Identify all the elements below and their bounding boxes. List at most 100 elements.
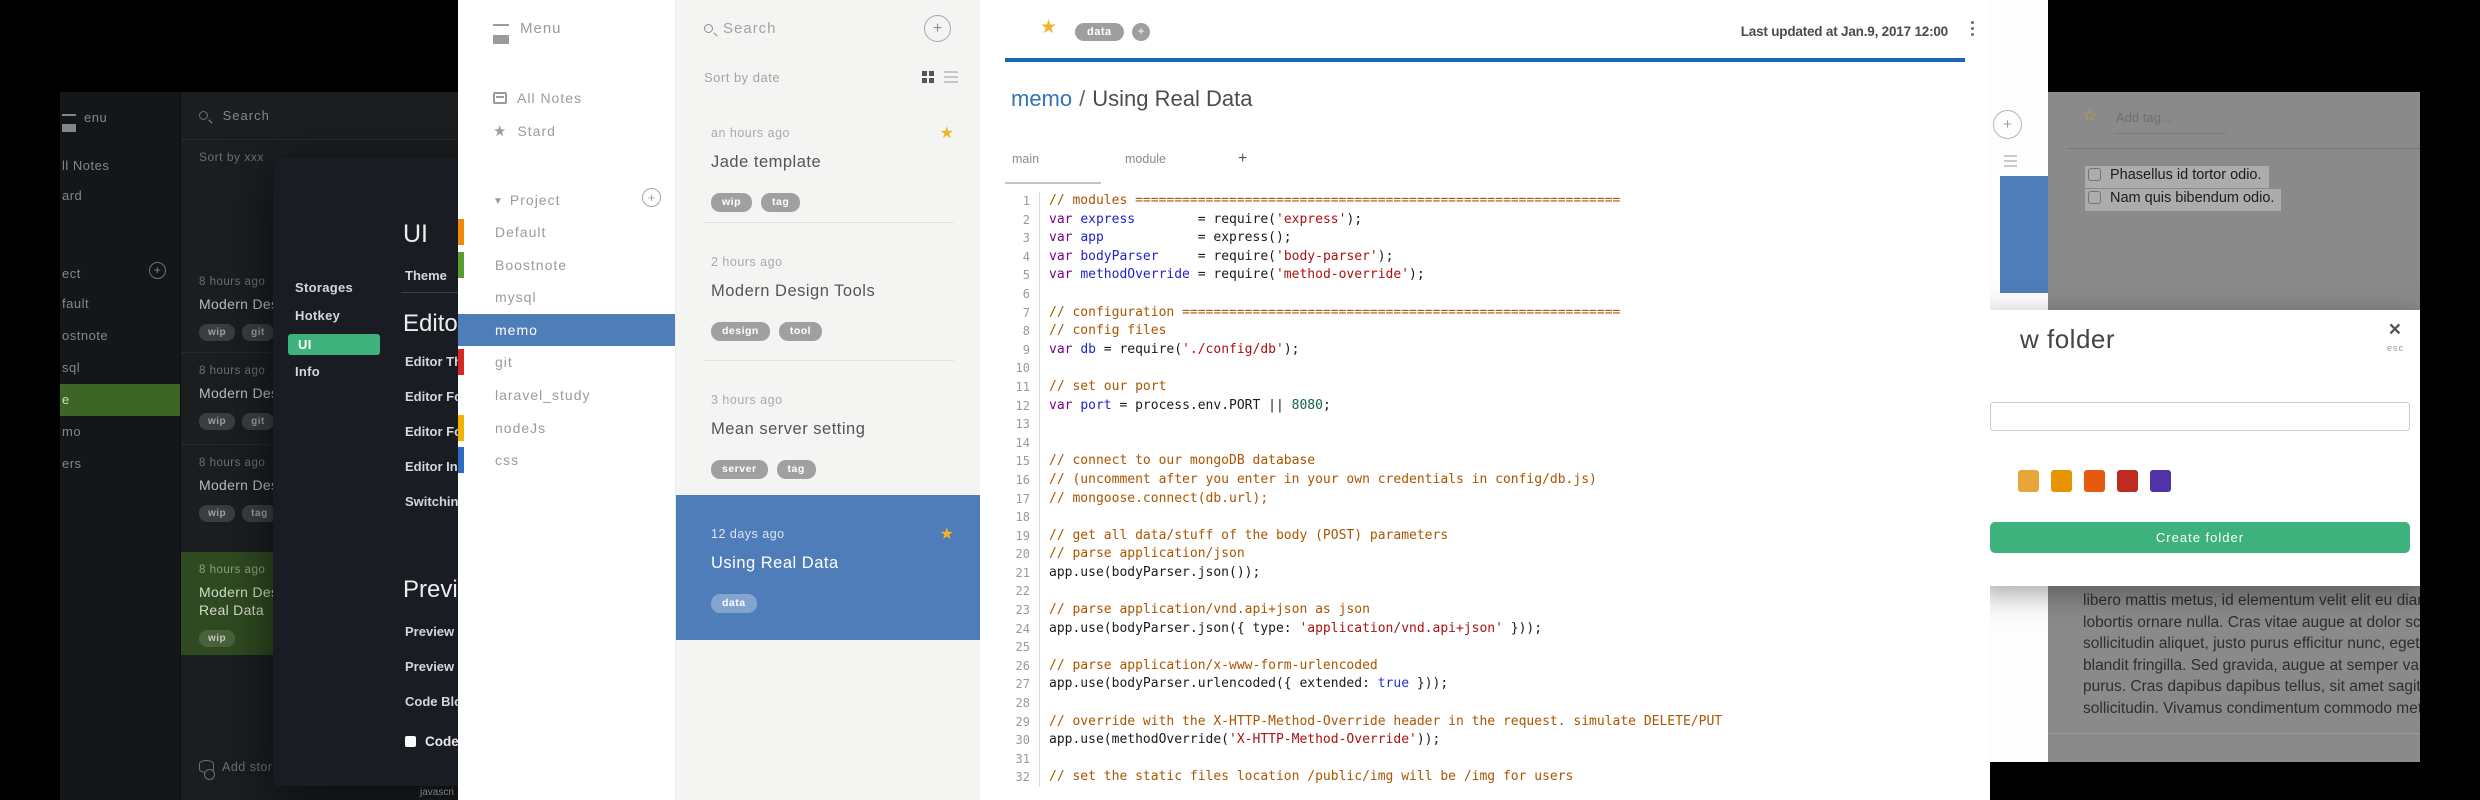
code-text: // set our port [1040,378,1166,397]
dark-folder-item[interactable]: ostnote [60,320,180,352]
tag-pill[interactable]: wip [199,324,236,341]
note-card[interactable]: 3 hours ago Mean server setting server tag [704,360,954,495]
add-tag-input[interactable]: Add tag... [2116,110,2172,125]
color-swatch[interactable] [2150,470,2171,492]
star-outline-icon[interactable]: ☆ [2082,106,2097,126]
tab-main[interactable]: main [1005,152,1101,184]
sidebar-item-starred[interactable]: ★ Stard [493,122,556,140]
dark-starred[interactable]: ard [60,188,180,203]
settings-nav-hotkey[interactable]: Hotkey [295,308,340,323]
code-token: })); [1409,676,1449,692]
new-tab-button[interactable]: + [1231,150,1247,184]
code-token: ; [1322,397,1331,413]
dark-sort-label[interactable]: Sort by xxx [199,150,264,164]
folder-name-input[interactable] [1990,402,2410,431]
note-star-toggle[interactable]: ★ [1040,16,1057,39]
checklist-item[interactable]: Phasellus id tortor odio. [2085,166,2269,188]
tag-pill[interactable]: git [242,413,274,430]
sidebar-folder-nodeJs[interactable]: nodeJs [458,412,675,445]
tag-pill[interactable]: wip [199,630,236,647]
folder-color-chip [458,349,464,376]
tag-pill[interactable]: design [711,321,770,341]
note-card[interactable]: 12 days ago ★ Using Real Data data [676,495,980,640]
tag-pill[interactable]: wip [711,192,752,212]
dark-menu-button[interactable]: enu [60,110,180,125]
dark-folder-item[interactable]: sql [60,352,180,384]
tag-pill[interactable]: wip [199,413,236,430]
paragraph-line: lobortis ornare nulla. Cras vitae augue … [2083,613,2420,631]
settings-nav-storages[interactable]: Storages [295,280,353,295]
sidebar-folder-mysql[interactable]: mysql [458,281,675,314]
new-note-button[interactable]: + [924,15,951,42]
color-swatch[interactable] [2018,470,2039,492]
code-token: = require( [1158,248,1276,264]
background [1990,762,2480,800]
add-tag-button[interactable]: + [1132,23,1150,41]
dark-search-input[interactable]: Search [199,108,270,123]
sidebar-folder-laravel_study[interactable]: laravel_study [458,379,675,412]
new-note-button[interactable]: + [1993,110,2022,139]
tab-module[interactable]: module [1118,152,1231,182]
code-token: var [1049,267,1073,283]
close-icon[interactable]: × [2389,318,2401,342]
color-swatch[interactable] [2051,470,2072,492]
star-icon[interactable]: ★ [940,123,954,143]
sidebar-folder-Default[interactable]: Default [458,216,675,249]
sidebar-folder-memo[interactable]: memo [458,313,675,347]
settings-nav-ui[interactable]: UI [288,334,380,355]
sidebar-folder-css[interactable]: css [458,444,675,477]
note-time: 8 hours ago [199,276,266,288]
sidebar-folder-git[interactable]: git [458,346,675,379]
note-tag-pill[interactable]: data [1075,23,1124,41]
note-title: Using Real Data [711,554,839,572]
code-line: 9 var db = require('./config/db'); [1008,340,1984,360]
dark-all-notes-label: ll Notes [62,158,110,173]
note-time: 2 hours ago [711,255,783,269]
breadcrumb: memo / Using Real Data [1011,86,1252,112]
code-text: app.use(bodyParser.urlencoded({ extended… [1040,675,1448,694]
dark-project-row[interactable]: ect + [60,262,180,281]
tag-pill[interactable]: data [711,593,757,613]
search-input[interactable]: Search [704,20,777,37]
dark-folder-item[interactable]: fault [60,288,180,320]
sort-by-dropdown[interactable]: Sort by date [704,70,780,85]
sidebar-item-all-notes[interactable]: All Notes [493,90,582,106]
settings-nav-info[interactable]: Info [295,364,320,379]
project-group[interactable]: ▼ Project [493,192,560,208]
color-swatch[interactable] [2117,470,2138,492]
checklist-item[interactable]: Nam quis bibendum odio. [2085,189,2282,211]
tag-pill[interactable]: git [242,324,274,341]
grid-view-icon[interactable] [922,71,934,83]
create-folder-button[interactable]: Create folder [1990,522,2410,553]
tag-pill[interactable]: tag [242,505,277,522]
color-swatch[interactable] [2084,470,2105,492]
tag-pill[interactable]: tool [778,321,823,341]
menu-button[interactable]: Menu [493,20,562,37]
tag-pill[interactable]: wip [199,505,236,522]
checkbox-icon[interactable] [2088,168,2101,181]
sidebar-folder-Boostnote[interactable]: Boostnote [458,249,675,282]
note-card[interactable]: 2 hours ago Modern Design Tools design tool [704,222,954,360]
list-view-icon[interactable] [944,71,958,83]
dark-folder-item[interactable]: ers [60,448,180,480]
breadcrumb-folder[interactable]: memo [1011,86,1072,111]
kebab-menu-icon[interactable] [1971,21,1974,39]
add-folder-icon[interactable]: + [149,262,166,279]
note-card[interactable]: an hours ago ★ Jade template wip tag [676,108,980,222]
editor-section-heading: Editor [403,310,466,337]
code-editor[interactable]: 1 // modules ============================… [1008,192,1984,800]
note-time: 8 hours ago [199,365,266,377]
add-folder-button[interactable]: + [642,188,661,207]
code-text: // config files [1040,322,1166,341]
checkbox-icon[interactable] [2088,191,2101,204]
star-icon[interactable]: ★ [940,524,954,544]
tag-pill[interactable]: tag [776,459,816,479]
dark-folder-item[interactable]: mo [60,416,180,448]
line-number: 13 [1008,415,1040,434]
code-token: 8080 [1291,397,1323,413]
note-title: Jade template [711,153,822,171]
dark-folder-item[interactable]: e [60,384,180,416]
tag-pill[interactable]: tag [761,192,801,212]
tag-pill[interactable]: server [711,459,768,479]
dark-all-notes[interactable]: ll Notes [60,158,180,173]
